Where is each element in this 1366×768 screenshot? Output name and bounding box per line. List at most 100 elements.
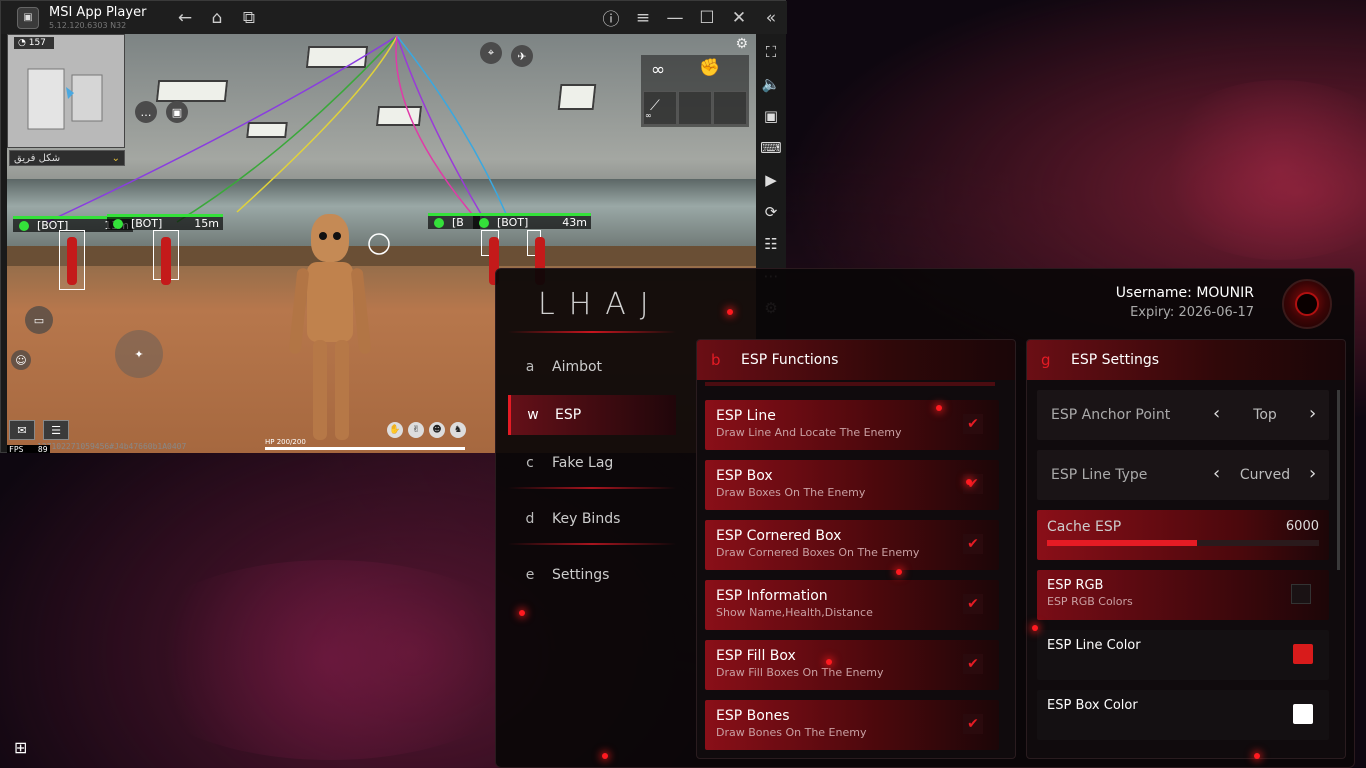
esp-information-toggle[interactable]: ESP Information Show Name,Health,Distanc…	[705, 580, 999, 630]
nav-item-esp[interactable]: w ESP	[508, 395, 676, 435]
avatar	[1282, 279, 1332, 329]
esp-function-list: ESP Line Draw Line And Locate The Enemy …	[705, 400, 999, 758]
setting-label: ESP Line Type	[1051, 467, 1148, 483]
quick-message-icon[interactable]: ✉	[9, 420, 35, 440]
feature-name: ESP Box	[716, 468, 773, 484]
panel-title: ESP Functions	[741, 352, 839, 368]
backpack-icon[interactable]: ▭	[25, 306, 53, 334]
cache-esp-slider[interactable]: Cache ESP 6000	[1037, 510, 1329, 560]
panel-header: g ESP Settings	[1027, 340, 1345, 380]
camera-icon[interactable]: ▣	[166, 101, 188, 123]
rotate-icon[interactable]: ⟳	[756, 196, 786, 228]
volume-icon[interactable]: 🔈	[756, 68, 786, 100]
line-type-selector: ESP Line Type ‹ Curved ›	[1037, 450, 1329, 500]
esp-cornered-box-toggle[interactable]: ESP Cornered Box Draw Cornered Boxes On …	[705, 520, 999, 570]
nav-label: Fake Lag	[552, 455, 614, 471]
chat-bubble-icon[interactable]: …	[135, 101, 157, 123]
toggle-desc: ESP RGB Colors	[1047, 595, 1133, 608]
maximize-icon[interactable]: ☐	[691, 1, 723, 34]
nav-item-settings[interactable]: e Settings	[508, 555, 676, 595]
feature-desc: Show Name,Health,Distance	[716, 606, 873, 619]
collapse-sidebar-icon[interactable]: «	[755, 1, 787, 34]
emote-2-icon[interactable]: ✌	[408, 422, 424, 438]
location-pin-icon[interactable]: ⌖	[480, 42, 502, 64]
emote-3-icon[interactable]: ☻	[429, 422, 445, 438]
checkbox[interactable]	[1291, 584, 1311, 604]
slider-value: 6000	[1285, 519, 1319, 534]
nav-item-key-binds[interactable]: d Key Binds	[508, 499, 676, 539]
enemy-box	[59, 230, 85, 290]
chevron-left-icon[interactable]: ‹	[1213, 463, 1220, 484]
controls-icon[interactable]: ☷	[756, 228, 786, 260]
esp-line-color-picker[interactable]: ESP Line Color	[1037, 630, 1329, 680]
color-swatch[interactable]	[1293, 644, 1313, 664]
multi-window-icon[interactable]: ⧉	[233, 1, 265, 34]
bot-health-dot	[434, 217, 444, 228]
enemy-box	[527, 230, 545, 285]
mod-menu: LHAJ Username: MOUNIR Expiry: 2026-06-17…	[495, 268, 1355, 768]
particle	[727, 309, 733, 315]
esp-line-toggle[interactable]: ESP Line Draw Line And Locate The Enemy …	[705, 400, 999, 450]
emote-1-icon[interactable]: ✋	[387, 422, 403, 438]
fps-counter: FPS 89	[7, 445, 50, 453]
weapon-panel[interactable]: ∞ ✊ ⟋ ∞	[641, 55, 749, 127]
color-swatch[interactable]	[1293, 704, 1313, 724]
emote-icon[interactable]: ☺	[11, 350, 31, 370]
checkbox[interactable]: ✔	[963, 714, 983, 734]
feature-desc: Draw Bones On The Enemy	[716, 726, 867, 739]
esp-box-toggle[interactable]: ESP Box Draw Boxes On The Enemy ✔	[705, 460, 999, 510]
chevron-right-icon[interactable]: ›	[1309, 463, 1316, 484]
particle	[896, 569, 902, 575]
esp-box-color-picker[interactable]: ESP Box Color	[1037, 690, 1329, 740]
help-icon[interactable]: ⓘ	[595, 1, 627, 34]
back-arrow-icon[interactable]: ←	[169, 1, 201, 34]
checkbox[interactable]: ✔	[963, 594, 983, 614]
bot-distance: 15m	[194, 217, 219, 230]
settings-scrollbar[interactable]	[1337, 390, 1340, 570]
feature-name: ESP Information	[716, 588, 828, 604]
slider-track[interactable]	[1047, 540, 1319, 546]
app-title: MSI App Player 5.12.120.6303 N32	[49, 6, 169, 30]
minimize-icon[interactable]: —	[659, 1, 691, 34]
joystick[interactable]: ✦	[115, 330, 163, 378]
nav-label: Aimbot	[552, 359, 603, 375]
bot-health-dot	[479, 217, 489, 228]
macro-icon[interactable]: ▶	[756, 164, 786, 196]
settings-panel-icon: g	[1041, 351, 1051, 369]
esp-bot-label: [BOT] 15m	[107, 214, 223, 230]
chevron-left-icon[interactable]: ‹	[1213, 403, 1220, 424]
esp-rgb-toggle[interactable]: ESP RGB ESP RGB Colors	[1037, 570, 1329, 620]
weapon-slot[interactable]	[678, 91, 712, 125]
nav-item-fake-lag[interactable]: c Fake Lag	[508, 443, 676, 483]
chevron-right-icon[interactable]: ›	[1309, 403, 1316, 424]
nav-item-aimbot[interactable]: a Aimbot	[508, 347, 676, 387]
checkbox[interactable]: ✔	[963, 414, 983, 434]
feature-desc: Draw Cornered Boxes On The Enemy	[716, 546, 920, 559]
fullscreen-icon[interactable]: ⛶	[756, 36, 786, 68]
ping-value: 157	[28, 38, 46, 48]
feature-name: ESP Cornered Box	[716, 528, 842, 544]
esp-fill-box-toggle[interactable]: ESP Fill Box Draw Fill Boxes On The Enem…	[705, 640, 999, 690]
screenshot-icon[interactable]: ▣	[756, 100, 786, 132]
windows-start-icon[interactable]: ⊞	[14, 738, 27, 757]
game-settings-icon[interactable]: ⚙	[735, 36, 748, 52]
minimap[interactable]: ◔ 157	[7, 34, 125, 148]
nav-divider	[508, 487, 676, 489]
chat-icon[interactable]: ☰	[43, 420, 69, 440]
team-dropdown[interactable]: شكل فريق ⌄	[9, 150, 125, 166]
emote-4-icon[interactable]: ♞	[450, 422, 466, 438]
particle	[1254, 753, 1260, 759]
sprint-icon[interactable]: ✈	[511, 45, 533, 67]
keyboard-icon[interactable]: ⌨	[756, 132, 786, 164]
checkbox[interactable]: ✔	[963, 534, 983, 554]
close-icon[interactable]: ✕	[723, 1, 755, 34]
weapon-slot[interactable]	[713, 91, 747, 125]
checkbox[interactable]: ✔	[963, 654, 983, 674]
key-binds-icon: d	[525, 511, 535, 527]
esp-bones-toggle[interactable]: ESP Bones Draw Bones On The Enemy ✔	[705, 700, 999, 750]
home-icon[interactable]: ⌂	[201, 1, 233, 34]
menu-icon[interactable]: ≡	[627, 1, 659, 34]
menu-nav: a Aimbot w ESP c Fake Lag d Key Binds e …	[508, 347, 676, 603]
ammo-infinity-icon: ∞	[645, 111, 652, 120]
anchor-point-selector: ESP Anchor Point ‹ Top ›	[1037, 390, 1329, 440]
